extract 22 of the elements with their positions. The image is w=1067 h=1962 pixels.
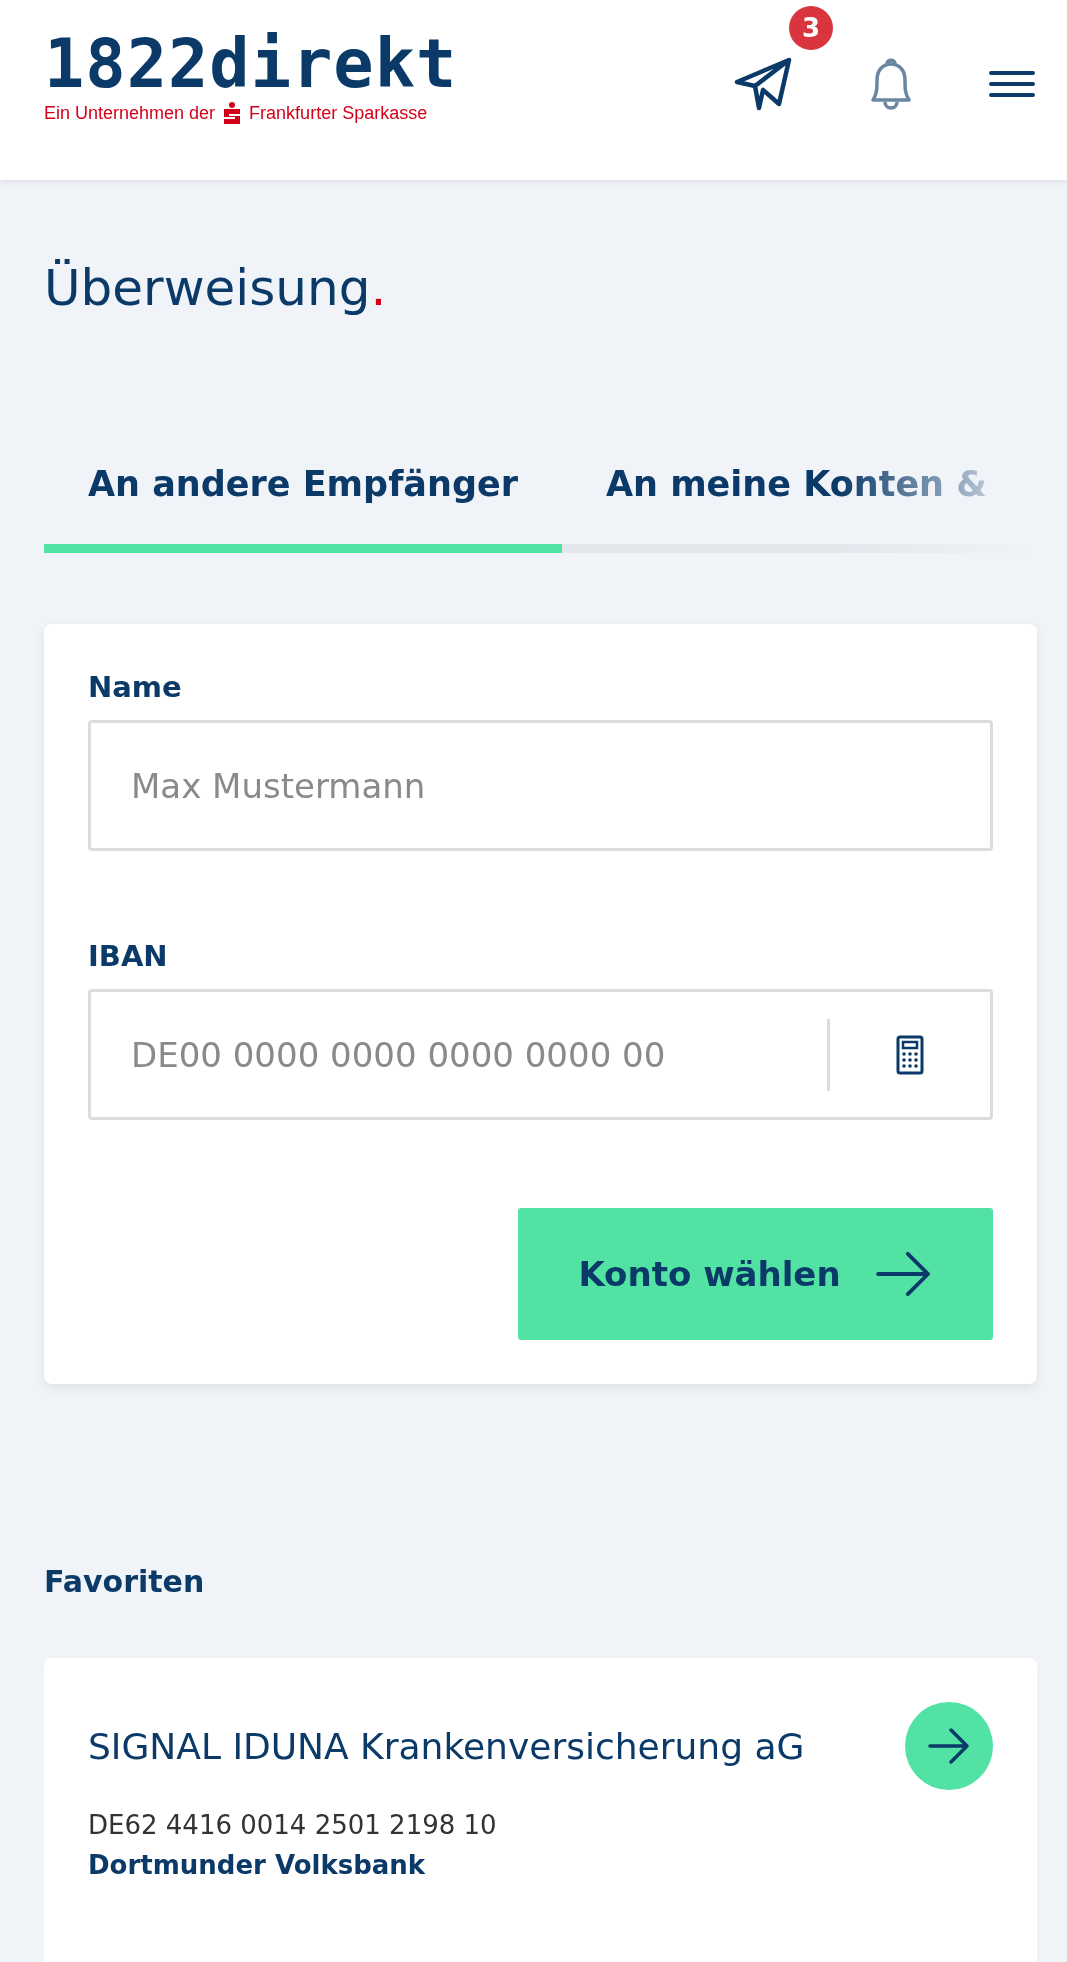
calculator-icon <box>896 1034 924 1075</box>
arrow-right-icon <box>927 1726 971 1766</box>
favorite-card[interactable]: SIGNAL IDUNA Krankenversicherung aG DE62 4416 0014 2501 2198 10 Dortmunder Volksbank <box>44 1658 1037 1962</box>
paper-plane-icon[interactable] <box>733 56 793 112</box>
arrow-right-icon <box>874 1250 933 1298</box>
field-label: IBAN <box>88 939 169 973</box>
logo-wordmark: 1822direkt <box>44 34 458 94</box>
notification-badge: 3 <box>789 6 833 50</box>
choose-account-button[interactable]: Konto wählen <box>518 1208 993 1340</box>
recipient-iban: DE62 4416 0014 2501 2198 10 <box>88 1810 498 1840</box>
tab[interactable]: An andere Empfänger <box>44 464 562 553</box>
logo-tagline: Ein Unternehmen der <box>44 102 216 124</box>
section-heading: Favoriten <box>44 1563 206 1601</box>
tab[interactable]: An meine Konten & <box>561 464 1031 553</box>
menu-icon[interactable] <box>989 69 1035 99</box>
recipient-name: SIGNAL IDUNA Krankenversicherung aG <box>88 1725 805 1767</box>
sparkasse-s-icon <box>223 102 242 124</box>
field-label: Name <box>88 670 183 704</box>
page-title: Überweisung. <box>44 258 388 319</box>
logo-tagline: Frankfurter Sparkasse <box>249 102 428 124</box>
recipient-bank: Dortmunder Volksbank <box>88 1850 427 1880</box>
input-field[interactable]: Max Mustermann <box>88 720 993 851</box>
